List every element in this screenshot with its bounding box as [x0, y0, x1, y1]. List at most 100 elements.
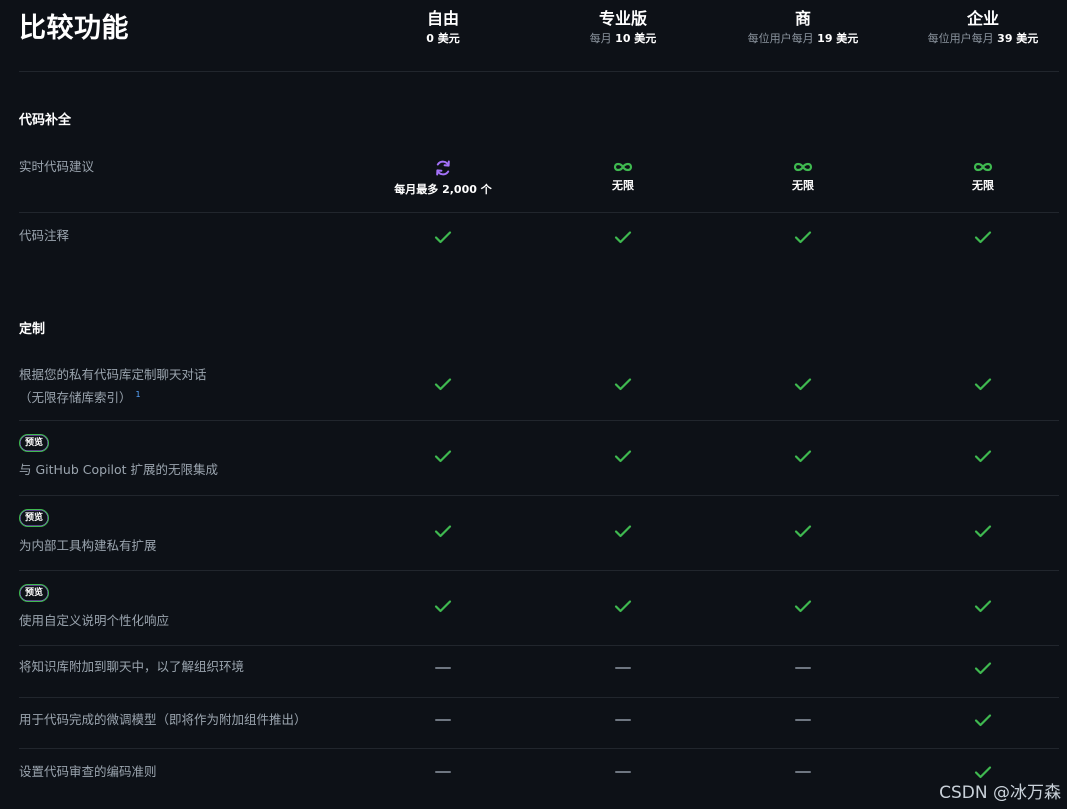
plan-name: 自由	[426, 9, 459, 28]
row-label-private-extensions: 为内部工具构建私有扩展	[19, 538, 157, 553]
dash-icon	[615, 719, 631, 721]
dash-icon	[435, 667, 451, 669]
row-label-code-comments: 代码注释	[19, 228, 70, 243]
row-label-knowledge-base: 将知识库附加到聊天中，以了解组织环境	[19, 659, 245, 674]
cell-dash	[353, 666, 533, 670]
check-icon	[974, 231, 992, 244]
check-icon	[614, 525, 632, 538]
cell-check	[533, 449, 713, 463]
check-icon	[614, 378, 632, 391]
plan-header-pro: 专业版 每月 10 美元	[533, 8, 713, 47]
cell-dash	[533, 666, 713, 670]
check-icon	[434, 525, 452, 538]
check-icon	[434, 450, 452, 463]
row-divider	[19, 697, 1059, 698]
plan-name: 商	[794, 9, 811, 28]
cell-check	[893, 713, 1067, 727]
plan-price: 每月 10 美元	[589, 32, 657, 45]
cell-check	[533, 230, 713, 244]
row-divider	[19, 748, 1059, 749]
cell-check	[713, 377, 893, 391]
cell-check	[713, 524, 893, 538]
check-icon	[974, 766, 992, 779]
row-label-custom-instructions: 使用自定义说明个性化响应	[19, 613, 170, 628]
row-divider	[19, 495, 1059, 496]
cell-check	[353, 230, 533, 244]
check-icon	[794, 378, 812, 391]
cell-check	[533, 524, 713, 538]
row-label-realtime-suggestions: 实时代码建议	[19, 159, 95, 174]
check-icon	[794, 450, 812, 463]
preview-badge: 预览	[19, 509, 50, 527]
row-label-custom-chat: 根据您的私有代码库定制聊天对话 （无限存储库索引） 1	[19, 365, 207, 408]
section-title-code-completion: 代码补全	[19, 113, 72, 128]
dash-icon	[435, 771, 451, 773]
cell-free-refresh: 每月最多 2,000 个	[353, 158, 533, 197]
check-icon	[434, 378, 452, 391]
plan-header-enterprise: 企业 每位用户每月 39 美元	[893, 8, 1067, 47]
check-icon	[974, 450, 992, 463]
cell-dash	[713, 666, 893, 670]
plan-header-free: 自由 0 美元	[353, 8, 533, 47]
check-icon	[434, 231, 452, 244]
row-divider	[19, 212, 1059, 213]
dash-icon	[435, 719, 451, 721]
cell-check	[533, 599, 713, 613]
refresh-icon	[436, 160, 450, 176]
dash-icon	[795, 719, 811, 721]
check-icon	[794, 231, 812, 244]
cell-check	[893, 661, 1067, 675]
check-icon	[974, 378, 992, 391]
infinity-icon	[613, 162, 633, 172]
cell-check	[353, 524, 533, 538]
cell-check	[353, 599, 533, 613]
plan-price: 每位用户每月 19 美元	[747, 32, 859, 45]
check-icon	[794, 525, 812, 538]
preview-badge: 预览	[19, 434, 50, 452]
preview-badge: 预览	[19, 584, 50, 602]
check-icon	[614, 450, 632, 463]
plan-name: 企业	[966, 9, 999, 28]
cell-text: 无限	[972, 179, 994, 192]
footnote-link[interactable]: 1	[136, 390, 141, 399]
header-divider	[19, 71, 1059, 72]
cell-text: 无限	[612, 179, 634, 192]
cell-dash	[713, 770, 893, 774]
row-label-line2: （无限存储库索引） 1	[19, 390, 141, 406]
plan-price: 0 美元	[426, 32, 460, 45]
infinity-icon	[973, 162, 993, 172]
row-label-copilot-extensions: 与 GitHub Copilot 扩展的无限集成	[19, 462, 219, 477]
cell-check	[353, 377, 533, 391]
cell-pro-unlimited: 无限	[533, 160, 713, 193]
cell-dash	[533, 718, 713, 722]
cell-text: 每月最多 2,000 个	[394, 183, 492, 196]
check-icon	[434, 600, 452, 613]
plan-price: 每位用户每月 39 美元	[927, 32, 1039, 45]
dash-icon	[795, 667, 811, 669]
dash-icon	[615, 771, 631, 773]
dash-icon	[615, 667, 631, 669]
row-divider	[19, 570, 1059, 571]
cell-check	[353, 449, 533, 463]
cell-dash	[713, 718, 893, 722]
infinity-icon	[793, 162, 813, 172]
cell-business-unlimited: 无限	[713, 160, 893, 193]
cell-check	[893, 765, 1067, 779]
row-label-coding-guidelines: 设置代码审查的编码准则	[19, 764, 157, 779]
check-icon	[974, 714, 992, 727]
row-label-line1: 根据您的私有代码库定制聊天对话	[19, 367, 207, 382]
row-divider	[19, 645, 1059, 646]
cell-dash	[353, 718, 533, 722]
check-icon	[794, 600, 812, 613]
row-divider	[19, 420, 1059, 421]
row-label-fine-tuned-models: 用于代码完成的微调模型（即将作为附加组件推出）	[19, 712, 307, 727]
check-icon	[974, 600, 992, 613]
cell-check	[893, 377, 1067, 391]
cell-check	[533, 377, 713, 391]
watermark: CSDN @冰万森	[939, 783, 1061, 803]
check-icon	[614, 600, 632, 613]
plan-name: 专业版	[598, 9, 647, 28]
cell-check	[893, 599, 1067, 613]
cell-dash	[533, 770, 713, 774]
cell-check	[713, 449, 893, 463]
